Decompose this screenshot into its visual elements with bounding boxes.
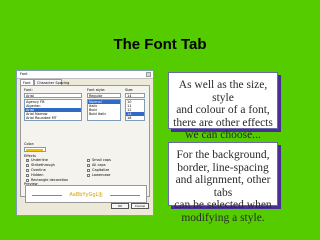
dialog-title: Font xyxy=(20,72,28,76)
effect-label: Hidden xyxy=(31,173,44,177)
size-label: Size: xyxy=(125,88,134,92)
font-style-field[interactable]: Regular xyxy=(87,93,121,98)
list-item[interactable]: Arial Rounded MT xyxy=(25,116,81,120)
underline-checkbox[interactable] xyxy=(26,159,29,162)
overline-checkbox[interactable] xyxy=(26,169,29,172)
dialog-titlebar: Font xyxy=(17,71,153,79)
callout-line: As well as the size, style xyxy=(178,79,268,104)
color-swatch xyxy=(26,149,43,151)
effect-label: All caps xyxy=(92,163,106,167)
small-caps-checkbox[interactable] xyxy=(87,159,90,162)
font-list[interactable]: Agency FB Algerian Arial Arial Narrow Ar… xyxy=(24,99,82,121)
lowercase-checkbox[interactable] xyxy=(87,174,90,177)
cancel-button[interactable]: Cancel xyxy=(131,203,149,209)
preview-box: AaBbYyGgLlJj xyxy=(25,185,147,203)
list-item[interactable]: 16 xyxy=(126,116,144,120)
ok-button[interactable]: OK xyxy=(111,203,129,209)
callout-line: For the background, xyxy=(176,149,270,161)
hidden-checkbox[interactable] xyxy=(26,174,29,177)
slide: The Font Tab Font Font Character Spacing… xyxy=(0,0,320,240)
font-tab-panel: Font: Font style: Size: Arial Regular 14… xyxy=(20,85,150,203)
callout-line: can be selected when xyxy=(174,199,272,211)
callout-line: there are other effects xyxy=(173,116,273,129)
page-title: The Font Tab xyxy=(113,36,207,53)
callout-line: and alignment, other tabs xyxy=(175,174,271,199)
color-picker[interactable] xyxy=(24,147,46,152)
color-label: Color: xyxy=(24,142,35,146)
font-field[interactable]: Arial xyxy=(24,93,82,98)
callout-effects: As well as the size, style and colour of… xyxy=(168,72,278,141)
callout-line: border, line-spacing xyxy=(177,161,269,174)
effect-label: Underline xyxy=(31,158,48,162)
effect-label: Overline xyxy=(31,168,46,172)
preview-rule xyxy=(110,195,140,196)
effect-label: Small caps xyxy=(92,158,111,162)
callout-line: and colour of a font, xyxy=(176,104,270,116)
font-style-label: Font style: xyxy=(87,88,106,92)
size-list[interactable]: 10 11 12 14 16 xyxy=(125,99,145,121)
font-style-list[interactable]: Normal Italic Bold Bold Italic xyxy=(87,99,121,121)
effect-label: Strikethrough xyxy=(31,163,55,167)
list-item[interactable]: Bold Italic xyxy=(88,112,120,116)
size-field[interactable]: 14 xyxy=(125,93,145,98)
font-dialog-screenshot: Font Font Character Spacing Font: Font s… xyxy=(16,70,154,216)
all-caps-checkbox[interactable] xyxy=(87,164,90,167)
close-icon[interactable] xyxy=(146,72,151,77)
strikethrough-checkbox[interactable] xyxy=(26,164,29,167)
callout-line: modifying a style. xyxy=(181,211,265,224)
font-label: Font: xyxy=(24,88,33,92)
callout-other-tabs: For the background, border, line-spacing… xyxy=(168,142,278,224)
effect-label: Capitalize xyxy=(92,168,110,172)
effect-label: Lowercase xyxy=(92,173,111,177)
capitalize-checkbox[interactable] xyxy=(87,169,90,172)
callout-line: we can choose... xyxy=(185,129,261,141)
